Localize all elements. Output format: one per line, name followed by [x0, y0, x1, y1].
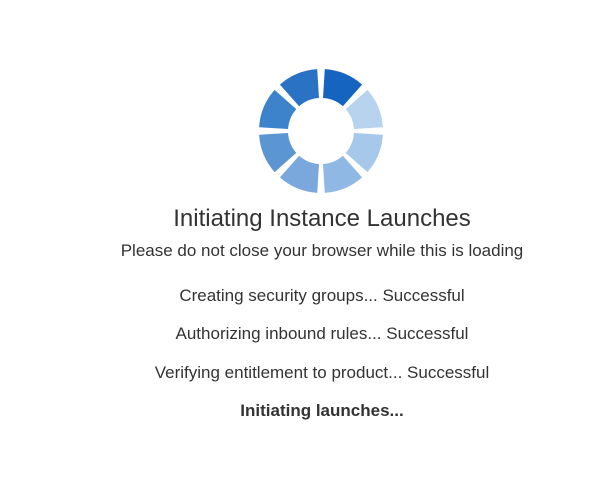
step-create-security-groups: Creating security groups... Successful — [179, 286, 465, 305]
loading-title: Initiating Instance Launches — [173, 205, 471, 232]
loading-spinner-icon — [259, 69, 383, 193]
loading-subtitle: Please do not close your browser while t… — [120, 241, 524, 260]
step-initiating-launches: Initiating launches... — [240, 401, 404, 420]
step-authorize-inbound-rules: Authorizing inbound rules... Successful — [175, 324, 469, 343]
step-verify-entitlement: Verifying entitlement to product... Succ… — [154, 363, 490, 382]
